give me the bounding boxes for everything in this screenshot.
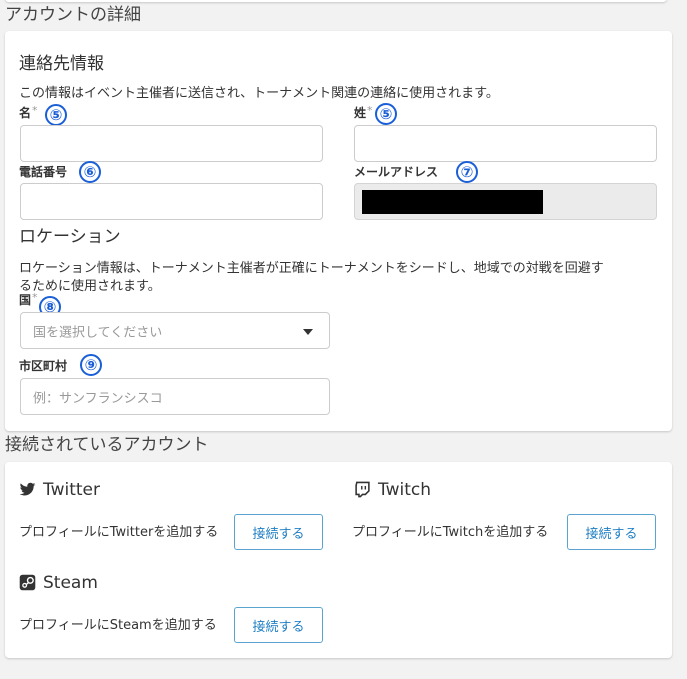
contact-info-description: この情報はイベント主催者に送信され、トーナメント関連の連絡に使用されます。 [19, 86, 499, 101]
connected-accounts-heading: 接続されているアカウント [5, 435, 209, 455]
first-name-label-text: 名 [19, 106, 32, 120]
steam-logo-icon [19, 574, 37, 592]
city-input[interactable]: 例：サンフランシスコ [20, 378, 330, 415]
phone-label: 電話番号 [19, 165, 68, 179]
location-description-line1: ロケーション情報は、トーナメント主催者が正確にトーナメントをシードし、地域での対… [19, 261, 604, 276]
required-asterisk: * [32, 104, 38, 117]
twitter-connect-button[interactable]: 接続する [234, 514, 323, 550]
twitter-description: プロフィールにTwitterを追加する [19, 525, 219, 540]
required-asterisk: * [32, 291, 38, 304]
steam-service: Steam [19, 573, 98, 593]
country-label-text: 国 [19, 293, 32, 307]
marker-9-city: ⑨ [80, 354, 102, 376]
last-name-label-text: 姓 [354, 106, 367, 120]
steam-name: Steam [43, 573, 98, 593]
twitch-connect-button[interactable]: 接続する [567, 514, 656, 550]
first-name-label: 名* [19, 104, 38, 121]
contact-info-title: 連絡先情報 [19, 54, 104, 74]
twitch-name: Twitch [378, 480, 431, 500]
twitter-name: Twitter [43, 480, 100, 500]
marker-5-last-name: ⑤ [375, 103, 397, 125]
twitch-description: プロフィールにTwitchを追加する [352, 525, 549, 540]
marker-6-phone: ⑥ [79, 161, 101, 183]
twitch-service: Twitch [354, 480, 431, 500]
twitch-glitch-icon [354, 481, 372, 499]
country-select-placeholder: 国を選択してください [33, 325, 163, 340]
country-select[interactable]: 国を選択してください [20, 312, 330, 349]
email-label: メールアドレス [354, 165, 439, 179]
twitter-bird-icon [19, 481, 37, 499]
account-details-card: 連絡先情報 この情報はイベント主催者に送信され、トーナメント関連の連絡に使用され… [5, 31, 672, 431]
email-input [354, 183, 657, 220]
marker-7-email: ⑦ [456, 161, 478, 183]
marker-5-first-name: ⑤ [45, 104, 67, 126]
city-label: 市区町村 [19, 359, 68, 373]
phone-input[interactable] [20, 183, 323, 220]
location-description-line2: るために使用されます。 [19, 279, 161, 294]
account-details-heading: アカウントの詳細 [5, 5, 141, 25]
last-name-input[interactable] [354, 125, 657, 162]
city-input-placeholder: 例：サンフランシスコ [33, 391, 163, 406]
required-asterisk: * [367, 104, 373, 117]
chevron-down-icon [303, 328, 313, 335]
twitter-service: Twitter [19, 480, 100, 500]
redacted-email [362, 190, 543, 214]
connected-accounts-card: Twitter プロフィールにTwitterを追加する 接続する Twitch … [5, 462, 672, 658]
last-name-label: 姓* [354, 104, 373, 121]
first-name-input[interactable] [20, 125, 323, 162]
country-label: 国* [19, 291, 38, 308]
location-title: ロケーション [19, 227, 121, 247]
steam-connect-button[interactable]: 接続する [234, 607, 323, 643]
steam-description: プロフィールにSteamを追加する [19, 618, 217, 633]
